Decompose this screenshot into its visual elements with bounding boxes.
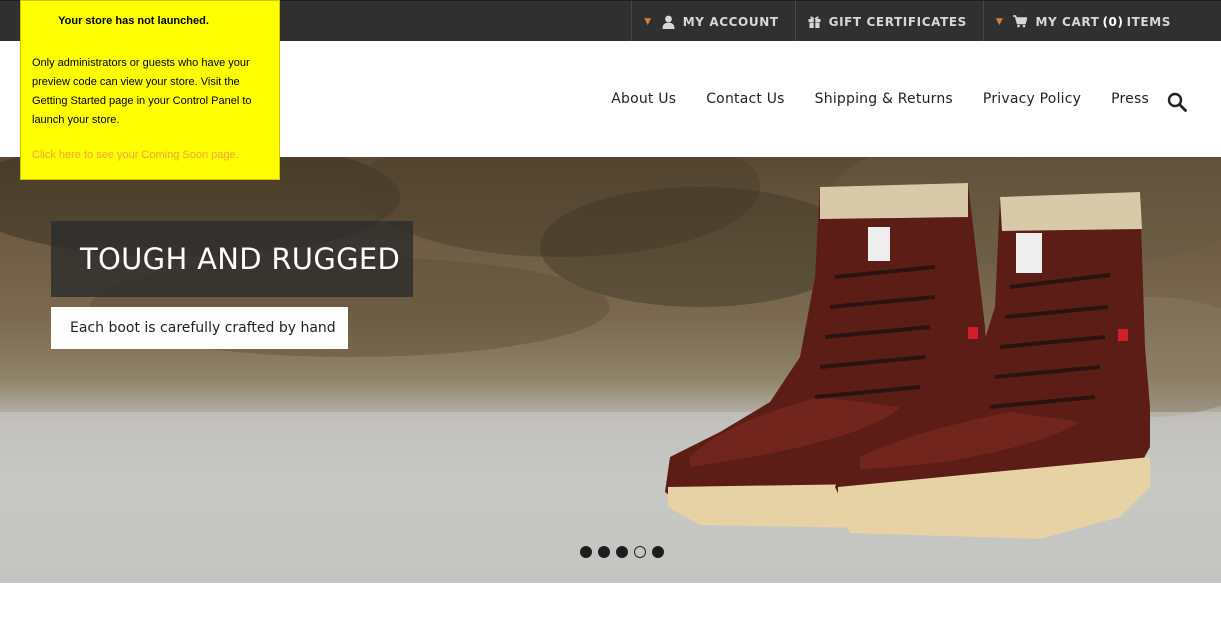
hero-title: TOUGH AND RUGGED (80, 242, 401, 276)
cart-items-label: Items (1126, 14, 1171, 29)
slide-dot-5[interactable] (652, 546, 664, 558)
hero-subtitle-box[interactable]: Each boot is carefully crafted by hand (51, 307, 348, 349)
hero-slider: TOUGH AND RUGGED Each boot is carefully … (0, 157, 1221, 583)
gift-certificates-link[interactable]: Gift Certificates (794, 1, 983, 42)
nav-shipping-returns[interactable]: Shipping & Returns (815, 91, 953, 107)
slide-dot-3[interactable] (616, 546, 628, 558)
slide-dot-2[interactable] (598, 546, 610, 558)
top-bar-nav: ▼ My Account Gift Certificates ▼ My Cart… (631, 1, 1221, 42)
coming-soon-link[interactable]: Click here to see your Coming Soon page. (32, 149, 239, 161)
cart-icon (1013, 15, 1028, 28)
slide-dot-1[interactable] (580, 546, 592, 558)
my-account-link[interactable]: ▼ My Account (631, 1, 794, 42)
chevron-down-icon: ▼ (644, 16, 652, 27)
my-account-label: My Account (682, 14, 779, 29)
slide-dot-4[interactable] (634, 546, 646, 558)
hero-title-box: TOUGH AND RUGGED (51, 221, 413, 297)
cart-count: (0) (1102, 14, 1124, 29)
my-cart-label: My Cart (1035, 14, 1100, 29)
gift-certificates-label: Gift Certificates (828, 14, 967, 29)
nav-about-us[interactable]: About Us (611, 91, 676, 107)
slider-pagination (580, 546, 670, 558)
main-nav: About Us Contact Us Shipping & Returns P… (581, 91, 1149, 107)
search-icon[interactable] (1167, 92, 1189, 114)
my-cart-link[interactable]: ▼ My Cart (0) Items (982, 1, 1221, 42)
nav-contact-us[interactable]: Contact Us (706, 91, 784, 107)
notice-title: Your store has not launched. (58, 15, 209, 27)
store-not-launched-notice: Your store has not launched. Only admini… (20, 0, 280, 180)
chevron-down-icon: ▼ (995, 16, 1004, 27)
hero-subtitle: Each boot is carefully crafted by hand (70, 320, 336, 336)
nav-privacy-policy[interactable]: Privacy Policy (983, 91, 1081, 107)
nav-press[interactable]: Press (1111, 91, 1149, 107)
user-icon (662, 15, 675, 29)
notice-body: Only administrators or guests who have y… (32, 57, 252, 126)
gift-icon (808, 15, 821, 28)
